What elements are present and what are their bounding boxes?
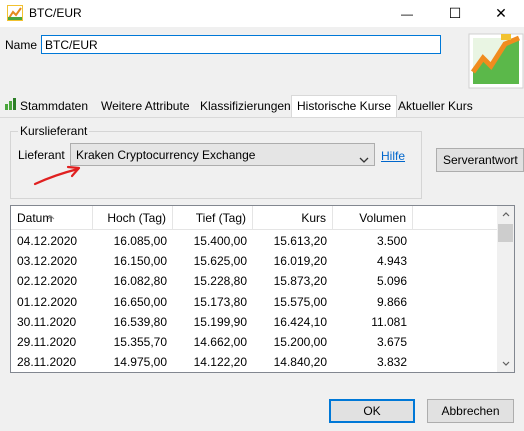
table-row[interactable]: 04.12.2020 16.085,00 15.400,00 15.613,20 3.5… — [11, 231, 499, 251]
column-header-datum[interactable]: Datum — [11, 206, 93, 230]
table-cell: 29.11.2020 — [17, 334, 77, 349]
table-cell: 14.975,00 — [113, 355, 167, 370]
tab-stammdaten[interactable]: Stammdaten — [5, 98, 88, 117]
table-row[interactable]: 30.11.2020 16.539,80 15.199,90 16.424,10 11.… — [11, 312, 499, 332]
table-cell: 9.866 — [376, 294, 407, 309]
table-cell: 11.081 — [371, 314, 407, 329]
table-cell: 15.199,90 — [193, 314, 247, 329]
table-cell: 14.840,20 — [273, 355, 327, 370]
window-title: BTC/EUR — [29, 6, 82, 20]
price-history-table: Datum Hoch (Tag) Tief (Tag) Kurs Volumen… — [10, 205, 515, 373]
table-cell: 14.122,20 — [193, 355, 247, 370]
name-input[interactable] — [41, 35, 441, 54]
table-cell: 15.873,20 — [273, 274, 327, 289]
provider-select[interactable]: Kraken Cryptocurrency Exchange — [70, 143, 375, 166]
security-tab-icon — [5, 98, 17, 115]
app-chart-icon — [7, 5, 23, 21]
table-body: 04.12.2020 16.085,00 15.400,00 15.613,20 3.5… — [11, 231, 499, 373]
close-icon: ✕ — [495, 5, 507, 21]
tab-label: Historische Kurse — [297, 99, 392, 113]
scrollbar-thumb[interactable] — [498, 224, 513, 242]
column-header-hoch[interactable]: Hoch (Tag) — [93, 206, 173, 230]
name-label: Name — [5, 38, 38, 52]
table-cell: 15.355,70 — [113, 334, 167, 349]
table-cell: 5.094 — [333, 372, 413, 373]
ok-button[interactable]: OK — [329, 399, 415, 423]
maximize-button[interactable]: ☐ — [432, 0, 478, 27]
table-cell: 16.085,00 — [113, 234, 167, 248]
table-cell: 04.12.2020 — [17, 234, 78, 248]
table-row[interactable]: 02.12.2020 16.082,80 15.228,80 15.873,20 5.0… — [11, 271, 499, 291]
table-cell: 15.228,80 — [193, 274, 247, 289]
cancel-button[interactable]: Abbrechen — [427, 399, 514, 423]
tab-aktueller-kurs[interactable]: Aktueller Kurs — [398, 98, 473, 117]
sort-ascending-icon — [47, 206, 55, 228]
tab-content-border — [0, 117, 524, 118]
table-cell: 14.341,70 — [253, 372, 333, 373]
table-row[interactable]: 29.11.2020 15.355,70 14.662,00 15.200,00 3.6… — [11, 332, 499, 352]
annotation-arrow-icon — [30, 164, 86, 193]
provider-group-title: Kurslieferant — [18, 124, 90, 138]
table-cell: 13.800,00 — [173, 372, 253, 373]
table-cell: 15.575,00 — [273, 294, 327, 309]
help-link[interactable]: Hilfe — [381, 149, 405, 163]
table-cell: 02.12.2020 — [17, 274, 78, 289]
table-cell: 15.625,00 — [193, 254, 247, 269]
table-cell: 16.019,20 — [273, 254, 327, 269]
table-cell: 3.832 — [376, 355, 407, 370]
table-cell: 4.943 — [376, 254, 407, 269]
table-cell: 15.400,00 — [193, 234, 247, 248]
table-cell: 16.082,80 — [113, 274, 167, 289]
column-header-volumen[interactable]: Volumen — [333, 206, 413, 230]
tab-label: Stammdaten — [20, 99, 89, 113]
tab-historische-kurse[interactable]: Historische Kurse — [291, 95, 398, 117]
tab-klassifizierungen[interactable]: Klassifizierungen — [200, 98, 291, 117]
table-cell: 16.539,80 — [113, 314, 167, 329]
provider-label: Lieferant — [18, 148, 65, 162]
table-header: Datum Hoch (Tag) Tief (Tag) Kurs Volumen — [11, 206, 499, 230]
table-cell: 5.096 — [376, 274, 407, 289]
tab-label: Weitere Attribute — [101, 99, 190, 113]
minimize-icon: — — [401, 6, 413, 21]
chevron-down-icon — [359, 152, 369, 166]
scroll-down-icon[interactable] — [497, 355, 514, 372]
title-bar: BTC/EUR — ☐ ✕ — [0, 0, 524, 27]
column-header-kurs[interactable]: Kurs — [253, 206, 333, 230]
table-cell: 16.424,10 — [273, 314, 327, 329]
tab-bar: Stammdaten Weitere Attribute Klassifizie… — [0, 95, 524, 117]
table-cell: 15.173,80 — [193, 294, 247, 309]
table-cell: 15.200,00 — [273, 334, 327, 349]
table-cell: 28.11.2020 — [17, 355, 77, 370]
vertical-scrollbar[interactable] — [497, 206, 514, 372]
table-cell: 03.12.2020 — [17, 254, 78, 269]
tab-label: Aktueller Kurs — [398, 99, 473, 113]
table-row[interactable]: 03.12.2020 16.150,00 15.625,00 16.019,20 4.9… — [11, 251, 499, 271]
provider-select-value: Kraken Cryptocurrency Exchange — [76, 148, 256, 162]
close-button[interactable]: ✕ — [478, 0, 524, 27]
table-cell: 14.662,00 — [193, 334, 247, 349]
maximize-icon: ☐ — [448, 5, 462, 21]
scroll-up-icon[interactable] — [497, 206, 514, 223]
server-response-button[interactable]: Serverantwort — [436, 148, 524, 172]
table-row[interactable]: 01.12.2020 16.650,00 15.173,80 15.575,00 9.8… — [11, 292, 499, 312]
table-cell: 3.675 — [376, 334, 407, 349]
table-cell: 3.500 — [376, 234, 407, 248]
table-row[interactable]: 27.11.202014.641,0013.800,0014.341,705.0… — [11, 372, 499, 373]
table-cell: 15.613,20 — [273, 234, 327, 248]
minimize-button[interactable]: — — [384, 0, 430, 27]
security-logo — [461, 28, 524, 90]
tab-weitere-attribute[interactable]: Weitere Attribute — [101, 98, 190, 117]
column-header-tief[interactable]: Tief (Tag) — [173, 206, 253, 230]
table-cell: 01.12.2020 — [17, 294, 78, 309]
table-cell: 27.11.2020 — [11, 372, 93, 373]
table-cell: 14.641,00 — [93, 372, 173, 373]
tab-label: Klassifizierungen — [200, 99, 291, 113]
table-cell: 16.650,00 — [113, 294, 167, 309]
table-cell: 30.11.2020 — [17, 314, 77, 329]
table-row[interactable]: 28.11.2020 14.975,00 14.122,20 14.840,20 3.8… — [11, 352, 499, 372]
table-cell: 16.150,00 — [113, 254, 167, 269]
